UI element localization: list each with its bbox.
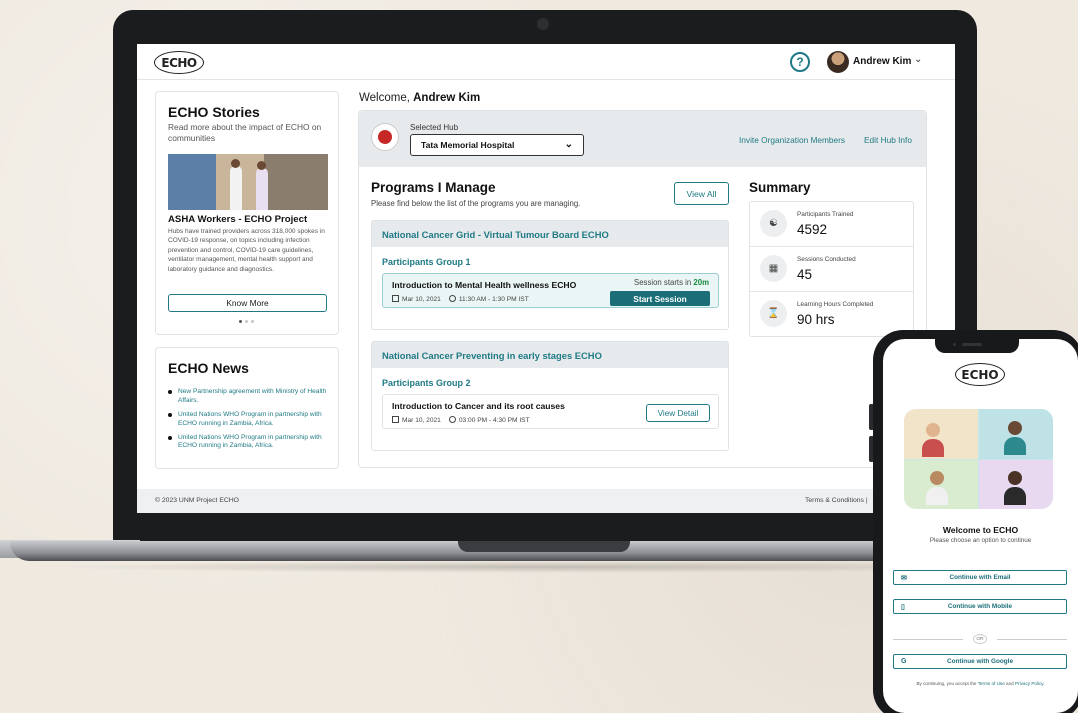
continue-email-button[interactable]: ✉ Continue with Email	[893, 570, 1067, 585]
phone-icon: ▯	[901, 604, 905, 611]
google-icon: G	[901, 658, 907, 665]
hourglass-icon: ⌛	[760, 300, 787, 327]
stat-sessions: ▦ Sessions Conducted 45	[750, 247, 913, 292]
stories-subtitle: Read more about the impact of ECHO on co…	[168, 122, 322, 144]
session-meta: Mar 10, 2021 11:30 AM - 1:30 PM IST	[392, 295, 529, 303]
news-item[interactable]: New Partnership agreement with Ministry …	[168, 388, 334, 406]
laptop-screen: ECHO ? Andrew Kim ⌄ ECHO Stories Read mo…	[137, 44, 955, 513]
welcome-name: Andrew Kim	[413, 92, 481, 104]
main-panel: Selected Hub Tata Memorial Hospital ⌄ In…	[358, 110, 927, 468]
chevron-down-icon: ⌄	[564, 139, 573, 150]
program-card: National Cancer Preventing in early stag…	[371, 341, 729, 451]
countdown-value: 20m	[693, 278, 709, 287]
news-title: ECHO News	[168, 360, 249, 376]
privacy-policy-link[interactable]: Privacy Policy.	[1015, 681, 1045, 686]
stat-value: 4592	[797, 222, 828, 237]
hub-select-value: Tata Memorial Hospital	[421, 140, 515, 150]
participants-group: Participants Group 2	[382, 378, 471, 388]
footer: © 2023 UNM Project ECHO Terms & Conditio…	[137, 489, 955, 513]
terms-of-use-link[interactable]: Terms of Use	[978, 681, 1005, 686]
echo-logo[interactable]: ECHO	[154, 51, 204, 74]
echo-logo: ECHO	[955, 363, 1005, 386]
hub-select[interactable]: Tata Memorial Hospital ⌄	[410, 134, 584, 156]
stories-title: ECHO Stories	[168, 104, 260, 120]
hub-label: Selected Hub	[410, 123, 459, 132]
people-group-icon: ☯	[760, 210, 787, 237]
session-row: Introduction to Cancer and its root caus…	[382, 394, 719, 429]
terms-link[interactable]: Terms & Conditions |	[805, 497, 868, 504]
stat-label: Participants Trained	[797, 211, 854, 218]
avatar[interactable]	[827, 51, 849, 73]
stat-participants: ☯ Participants Trained 4592	[750, 202, 913, 247]
session-date: Mar 10, 2021	[402, 296, 441, 303]
mobile-welcome-title: Welcome to ECHO	[942, 525, 1019, 535]
start-session-button[interactable]: Start Session	[610, 291, 710, 306]
session-time: 11:30 AM - 1:30 PM IST	[458, 296, 529, 303]
user-name[interactable]: Andrew Kim	[853, 56, 911, 67]
phone-screen: ECHO Welcome to ECHO Please choose an op…	[883, 339, 1078, 713]
clock-icon	[448, 416, 456, 423]
hub-bar: Selected Hub Tata Memorial Hospital ⌄ In…	[359, 111, 926, 167]
calendar-icon	[392, 416, 399, 423]
welcome-illustration	[904, 409, 1053, 509]
mobile-welcome-subtitle: Please choose an option to continue	[929, 537, 1032, 544]
session-title: Introduction to Cancer and its root caus…	[392, 401, 565, 411]
program-name[interactable]: National Cancer Grid - Virtual Tumour Bo…	[372, 221, 728, 247]
stat-value: 90 hrs	[797, 312, 835, 327]
program-card: National Cancer Grid - Virtual Tumour Bo…	[371, 220, 729, 330]
session-countdown: Session starts in 20m	[634, 278, 709, 287]
clock-icon	[448, 295, 456, 302]
hub-logo-icon	[371, 123, 399, 151]
carousel-dot[interactable]	[251, 320, 254, 323]
session-row: Introduction to Mental Health wellness E…	[382, 273, 719, 308]
programs-subtitle: Please find below the list of the progra…	[371, 199, 581, 208]
welcome-prefix: Welcome,	[359, 92, 410, 104]
stat-label: Learning Hours Completed	[797, 301, 874, 308]
phone-notch	[935, 339, 1019, 353]
news-item[interactable]: United Nations WHO Program in partnershi…	[168, 411, 334, 429]
view-detail-button[interactable]: View Detail	[646, 404, 710, 422]
or-divider: OR	[893, 634, 1067, 645]
or-label: OR	[973, 634, 987, 644]
calendar-icon	[392, 295, 399, 302]
news-item[interactable]: United Nations WHO Program in partnershi…	[168, 434, 334, 452]
story-image[interactable]	[168, 154, 328, 210]
summary-title: Summary	[749, 180, 811, 195]
session-date: Mar 10, 2021	[402, 417, 441, 424]
echo-stories-card: ECHO Stories Read more about the impact …	[155, 91, 339, 335]
mail-icon: ✉	[901, 575, 907, 582]
invite-members-link[interactable]: Invite Organization Members	[739, 135, 845, 145]
summary-box: ☯ Participants Trained 4592 ▦ Sessions C…	[749, 201, 914, 337]
laptop-camera	[537, 18, 549, 30]
session-time: 03:00 PM - 4:30 PM IST	[458, 417, 530, 424]
help-icon[interactable]: ?	[790, 52, 810, 72]
story-title[interactable]: ASHA Workers - ECHO Project	[168, 214, 307, 225]
carousel-dots	[239, 320, 254, 323]
session-meta: Mar 10, 2021 03:00 PM - 4:30 PM IST	[392, 416, 530, 424]
laptop-hinge-notch	[458, 541, 630, 552]
stat-hours: ⌛ Learning Hours Completed 90 hrs	[750, 292, 913, 337]
session-title: Introduction to Mental Health wellness E…	[392, 280, 577, 290]
stat-value: 45	[797, 267, 813, 282]
continue-google-button[interactable]: G Continue with Google	[893, 654, 1067, 669]
top-navigation-bar: ECHO ? Andrew Kim ⌄	[137, 44, 955, 80]
legal-text: By continuing, you accept the Terms of U…	[916, 681, 1045, 686]
welcome-heading: Welcome, Andrew Kim	[359, 92, 480, 104]
carousel-dot[interactable]	[245, 320, 248, 323]
story-body: Hubs have trained providers across 318,0…	[168, 228, 325, 273]
carousel-dot-active[interactable]	[239, 320, 242, 323]
stat-label: Sessions Conducted	[797, 256, 856, 263]
programs-title: Programs I Manage	[371, 180, 496, 195]
edit-hub-link[interactable]: Edit Hub Info	[864, 135, 912, 145]
news-list: New Partnership agreement with Ministry …	[168, 388, 334, 456]
continue-mobile-button[interactable]: ▯ Continue with Mobile	[893, 599, 1067, 614]
classroom-icon: ▦	[760, 255, 787, 282]
echo-news-card: ECHO News New Partnership agreement with…	[155, 347, 339, 469]
copyright: © 2023 UNM Project ECHO	[155, 497, 239, 504]
chevron-down-icon[interactable]: ⌄	[914, 54, 922, 65]
know-more-button[interactable]: Know More	[168, 294, 327, 312]
view-all-button[interactable]: View All	[674, 182, 729, 205]
program-name[interactable]: National Cancer Preventing in early stag…	[372, 342, 728, 368]
participants-group: Participants Group 1	[382, 257, 471, 267]
